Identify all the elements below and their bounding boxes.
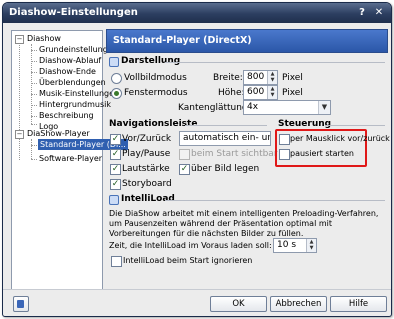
chevron-down-icon[interactable]: ▼ xyxy=(318,101,330,114)
label-breite: Breite: xyxy=(213,73,243,83)
label-lautstaerke: Lautstärke xyxy=(122,164,170,174)
tree-item-beschreibung[interactable]: Beschreibung xyxy=(39,110,94,121)
collapse-icon[interactable]: − xyxy=(15,35,24,44)
collapse-icon[interactable]: − xyxy=(15,130,24,139)
tree-item-hintergrundmusik[interactable]: Hintergrundmusik xyxy=(39,99,111,110)
navigationsleiste-value: automatisch ein- und ausbl xyxy=(183,133,270,143)
tree-item-diashow[interactable]: Diashow xyxy=(27,33,61,44)
radio-vollbild[interactable] xyxy=(111,73,122,84)
radio-fenster[interactable] xyxy=(111,88,122,99)
hoehe-stepper[interactable]: 600 ▲ ▼ xyxy=(243,85,278,100)
hilfe-button[interactable]: Hilfe xyxy=(330,296,387,312)
checkbox-storyboard[interactable]: ✓ xyxy=(110,179,121,190)
checkbox-pausiert[interactable] xyxy=(279,149,290,160)
label-intelliload-ignorieren: IntelliLoad beim Start ignorieren xyxy=(123,256,253,265)
checkbox-intelliload-ignorieren[interactable] xyxy=(111,256,122,267)
info-icon xyxy=(17,300,24,308)
navigationsleiste-select[interactable]: automatisch ein- und ausbl xyxy=(179,131,271,146)
label-kantenglaettung: Kantenglättung: xyxy=(178,103,251,113)
breite-value: 800 xyxy=(247,72,265,82)
kantenglaettung-select[interactable]: 4x ▼ xyxy=(243,100,331,115)
tree-item-diashow-ende[interactable]: Diashow-Ende xyxy=(39,66,96,77)
zeit-stepper[interactable]: 10 s ▲ ▼ xyxy=(273,238,317,253)
label-vollbild: Vollbildmodus xyxy=(124,73,187,83)
hoehe-value: 600 xyxy=(247,87,265,97)
title-bar[interactable]: Diashow-Einstellungen ? ✕ xyxy=(3,3,391,23)
tree-connector xyxy=(31,139,32,159)
divider xyxy=(165,62,385,63)
checkbox-play-pause[interactable]: ✓ xyxy=(110,149,121,160)
label-fenster: Fenstermodus xyxy=(124,88,188,98)
section-title-steuerung: Steuerung xyxy=(278,119,332,129)
divider xyxy=(165,200,385,201)
section-title-darstellung: Darstellung xyxy=(121,56,181,66)
checkbox-lautstaerke[interactable]: ✓ xyxy=(110,164,121,175)
tree-item-diashow-player[interactable]: DiaShow-Player xyxy=(27,128,90,139)
section-collapse-icon[interactable] xyxy=(109,195,119,205)
abbrechen-button[interactable]: Abbrechen xyxy=(270,296,327,312)
tree-item-diashow-ablauf[interactable]: Diashow-Ablauf xyxy=(39,55,101,66)
section-collapse-icon[interactable] xyxy=(109,57,119,67)
spin-arrows-icon[interactable]: ▲ ▼ xyxy=(306,239,316,252)
label-vor-zurueck: Vor/Zurück xyxy=(122,134,172,144)
checkbox-mausklick[interactable] xyxy=(279,134,290,145)
label-pausiert: pausiert starten xyxy=(290,149,354,158)
checkbox-beim-start[interactable] xyxy=(179,149,190,160)
spin-arrows-icon[interactable]: ▲ ▼ xyxy=(267,86,277,99)
intelliload-description: Die DiaShow arbeitet mit einem intellige… xyxy=(109,209,379,238)
label-mausklick: per Mausklick vor/zurück xyxy=(290,134,390,143)
zeit-value: 10 s xyxy=(277,240,297,250)
tree-connector xyxy=(31,44,32,124)
divider xyxy=(185,125,267,126)
help-icon[interactable]: ? xyxy=(355,6,369,19)
kantenglaettung-value: 4x xyxy=(247,102,259,112)
ok-button[interactable]: OK xyxy=(210,296,267,312)
tree-item-ueberblendungen[interactable]: Überblendungen xyxy=(39,77,106,88)
label-zeit: Zeit, die IntelliLoad im Voraus laden so… xyxy=(109,241,272,250)
checkbox-vor-zurueck[interactable]: ✓ xyxy=(110,134,121,145)
unit-hoehe: Pixel xyxy=(282,88,303,98)
divider xyxy=(325,125,385,126)
section-title-intelliload: IntelliLoad xyxy=(121,194,175,204)
close-icon[interactable]: ✕ xyxy=(372,6,386,19)
breite-stepper[interactable]: 800 ▲ ▼ xyxy=(243,70,278,85)
page-title: Standard-Player (DirectX) xyxy=(113,35,252,46)
tree-connector xyxy=(19,41,20,160)
label-beim-start: beim Start sichtbar xyxy=(191,149,278,159)
label-play-pause: Play/Pause xyxy=(122,149,171,159)
info-button[interactable] xyxy=(13,296,29,312)
section-title-navigationsleiste: Navigationsleiste xyxy=(109,119,198,129)
window-title: Diashow-Einstellungen xyxy=(9,7,138,18)
dialog-window: Diashow-Einstellungen ? ✕ − Diashow Grun… xyxy=(2,2,392,317)
unit-breite: Pixel xyxy=(282,73,303,83)
tree-item-software-player[interactable]: Software-Player xyxy=(39,153,102,164)
label-ueber-bild: über Bild legen xyxy=(191,164,260,174)
page-header: Standard-Player (DirectX) xyxy=(106,29,388,53)
checkbox-ueber-bild[interactable]: ✓ xyxy=(179,164,190,175)
tree-item-musik-einstellungen[interactable]: Musik-Einstellungen xyxy=(39,88,119,99)
settings-tree: − Diashow Grundeinstellungen Diashow-Abl… xyxy=(11,30,128,290)
label-storyboard: Storyboard xyxy=(122,179,172,189)
spin-arrows-icon[interactable]: ▲ ▼ xyxy=(267,71,277,84)
label-hoehe: Höhe: xyxy=(218,88,245,98)
divider xyxy=(3,289,391,290)
